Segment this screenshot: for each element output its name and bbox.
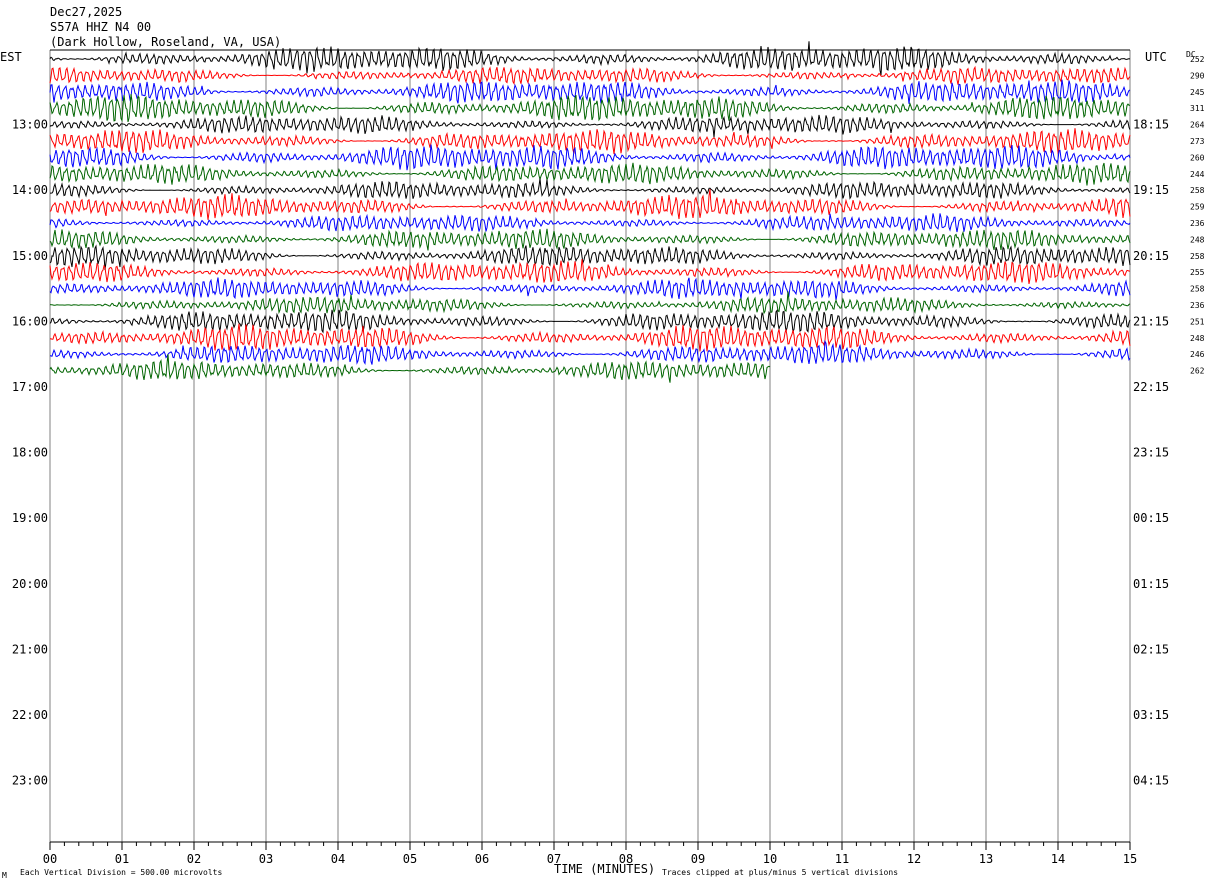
x-tick-label: 04 [331, 852, 345, 866]
left-hour-label: 13:00 [12, 118, 48, 132]
trace-row [49, 162, 1131, 186]
right-hour-label: 19:15 [1133, 183, 1169, 197]
dc-offset-label: 251 [1190, 317, 1205, 326]
x-tick-label: 13 [979, 852, 993, 866]
x-tick-label: 14 [1051, 852, 1065, 866]
dc-offset-label: 248 [1190, 334, 1205, 343]
dc-offset-label: 252 [1190, 55, 1205, 64]
trace-row [49, 228, 1131, 251]
left-hour-label: 18:00 [12, 446, 48, 460]
scale-note: Each Vertical Division = 500.00 microvol… [20, 868, 222, 877]
trace-row [49, 65, 1131, 86]
x-tick-label: 05 [403, 852, 417, 866]
dc-offset-label: 255 [1190, 268, 1205, 277]
seismic-traces [49, 41, 1131, 383]
right-timezone-label: UTC [1145, 50, 1167, 64]
right-hour-label: 18:15 [1133, 118, 1169, 132]
left-hour-label: 17:00 [12, 380, 48, 394]
left-hour-label: 19:00 [12, 511, 48, 525]
trace-row [49, 94, 1131, 123]
trace-row [49, 114, 1131, 138]
x-tick-label: 12 [907, 852, 921, 866]
dc-offset-label: 245 [1190, 88, 1205, 97]
trace-row [49, 291, 1131, 315]
left-hour-label: 16:00 [12, 314, 48, 328]
trace-row [50, 178, 1131, 200]
left-hour-label: 15:00 [12, 249, 48, 263]
helicorder-chart: Dec27,2025 S57A HHZ N4 00 (Dark Hollow, … [0, 5, 1205, 880]
dc-offset-label: 260 [1190, 153, 1205, 162]
dc-offset-label: 248 [1190, 235, 1205, 244]
left-timezone-label: EST [0, 50, 22, 64]
x-tick-label: 01 [115, 852, 129, 866]
dc-offset-label: 273 [1190, 137, 1205, 146]
x-axis-title: TIME (MINUTES) [554, 862, 655, 876]
left-hour-label: 14:00 [12, 183, 48, 197]
dc-offset-label: 258 [1190, 285, 1205, 294]
right-hour-label: 02:15 [1133, 642, 1169, 656]
trace-row [49, 128, 1131, 155]
dc-offset-label: 311 [1190, 104, 1205, 113]
dc-offset-label: 236 [1190, 301, 1205, 310]
station-label: S57A HHZ N4 00 [50, 20, 151, 34]
left-hour-labels: 13:00 14:00 15:00 16:00 17:00 18:00 19:00 20:00… [12, 118, 48, 788]
x-tick-label: 02 [187, 852, 201, 866]
left-hour-label: 21:00 [12, 642, 48, 656]
dc-offset-label: 259 [1190, 203, 1205, 212]
dc-offset-labels: 252 290 245 311 264 273 260 244 258 259 236 248 258 2… [1190, 55, 1205, 376]
trace-row [49, 339, 1131, 365]
right-hour-label: 04:15 [1133, 774, 1169, 788]
left-hour-label: 22:00 [12, 708, 48, 722]
x-tick-label: 06 [475, 852, 489, 866]
dc-offset-label: 244 [1190, 170, 1205, 179]
clip-note: Traces clipped at plus/minus 5 vertical … [662, 868, 898, 877]
left-hour-label: 23:00 [12, 774, 48, 788]
dc-offset-label: 246 [1190, 350, 1205, 359]
location-label: (Dark Hollow, Roseland, VA, USA) [50, 35, 281, 49]
dc-offset-label: 258 [1190, 252, 1205, 261]
right-hour-label: 03:15 [1133, 708, 1169, 722]
right-hour-label: 20:15 [1133, 249, 1169, 263]
right-hour-label: 00:15 [1133, 511, 1169, 525]
x-tick-label: 00 [43, 852, 57, 866]
right-hour-labels: 18:15 19:15 20:15 21:15 22:15 23:15 00:15 01:15… [1133, 118, 1169, 788]
x-tick-label: 10 [763, 852, 777, 866]
dc-offset-label: 264 [1190, 121, 1205, 130]
dc-offset-label: 262 [1190, 367, 1205, 376]
corner-mark: M [2, 871, 7, 880]
x-tick-label: 15 [1123, 852, 1137, 866]
date-label: Dec27,2025 [50, 5, 122, 19]
right-hour-label: 01:15 [1133, 577, 1169, 591]
trace-row [49, 309, 1131, 334]
trace-row [49, 213, 1131, 233]
left-hour-label: 20:00 [12, 577, 48, 591]
trace-row [49, 244, 1131, 271]
dc-offset-label: 236 [1190, 219, 1205, 228]
x-tick-label: 11 [835, 852, 849, 866]
right-hour-label: 23:15 [1133, 446, 1169, 460]
right-hour-label: 21:15 [1133, 314, 1169, 328]
x-tick-label: 03 [259, 852, 273, 866]
x-tick-label: 09 [691, 852, 705, 866]
trace-row [49, 144, 1131, 171]
right-hour-label: 22:15 [1133, 380, 1169, 394]
dc-offset-label: 290 [1190, 71, 1205, 80]
dc-offset-label: 258 [1190, 186, 1205, 195]
trace-row [49, 277, 1131, 301]
